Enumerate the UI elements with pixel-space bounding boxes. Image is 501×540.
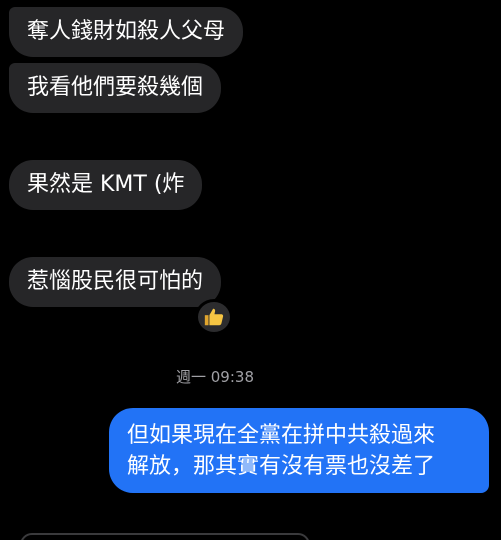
message-timestamp: 週一 09:38 — [176, 368, 254, 386]
incoming-message[interactable]: 奪人錢財如殺人父母 — [9, 7, 244, 57]
thumbs-up-icon — [204, 308, 224, 326]
incoming-message[interactable]: 我看他們要殺幾個 — [9, 63, 222, 113]
incoming-message[interactable]: 果然是 KMT (炸 — [9, 160, 203, 210]
reaction-badge[interactable] — [195, 299, 233, 335]
message-input[interactable] — [20, 533, 310, 540]
incoming-message[interactable]: 惹惱股民很可怕的 — [9, 257, 222, 307]
outgoing-message[interactable]: 但如果現在全黨在拼中共殺過來 解放，那其實有沒有票也沒差了 — [109, 408, 489, 493]
